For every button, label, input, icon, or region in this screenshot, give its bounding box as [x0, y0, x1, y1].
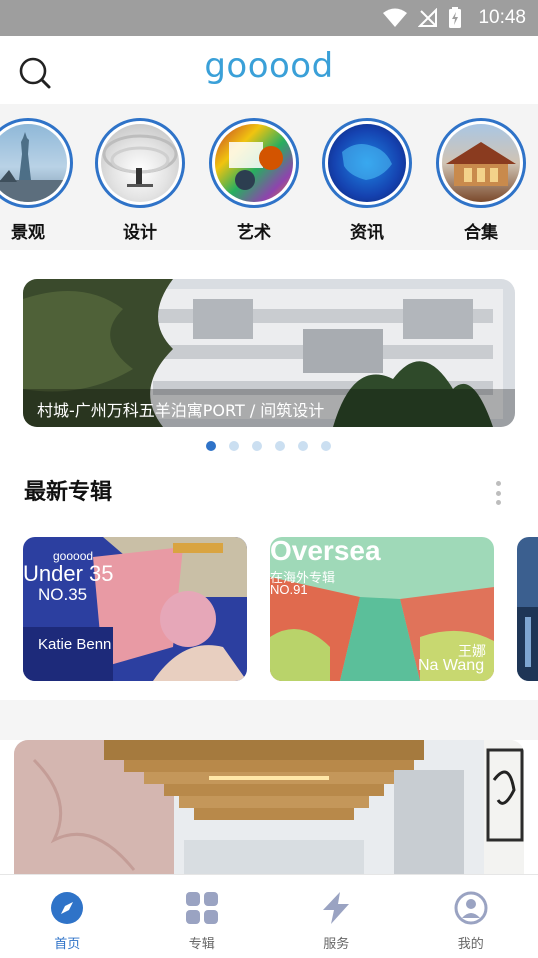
category-label: 资讯	[350, 223, 384, 243]
category-label: 景观	[11, 223, 45, 243]
category-label: 艺术	[237, 223, 271, 243]
lightning-icon	[323, 892, 350, 924]
album-number: NO.35	[38, 585, 88, 604]
album-author-en: Na Wang	[418, 657, 485, 674]
bottom-navigation: 首页 专辑 服务 我的	[0, 874, 538, 958]
carousel-dot[interactable]	[206, 441, 216, 451]
carousel-dot[interactable]	[275, 441, 285, 451]
app-logo: gooood	[204, 46, 334, 86]
app-screen: 10:48 gooood 景观 设计 艺术 资讯 合集 村城-广州万科五羊泊寓P…	[0, 0, 538, 958]
nav-profile[interactable]: 我的	[404, 875, 538, 958]
more-dot-icon	[495, 481, 501, 486]
more-dot-icon	[495, 490, 501, 496]
nav-home[interactable]: 首页	[0, 875, 135, 958]
wifi-icon	[383, 8, 408, 27]
nav-services[interactable]: 服务	[269, 875, 404, 958]
status-bar: 10:48	[0, 0, 538, 36]
category-label: 设计	[123, 223, 157, 243]
carousel-dot[interactable]	[298, 441, 308, 451]
album-card-oversea[interactable]: Oversea 在海外专辑 NO.91 王娜 Na Wang	[270, 537, 494, 681]
nav-label: 首页	[54, 937, 81, 952]
feature-image	[14, 740, 524, 880]
grid-icon	[185, 892, 218, 924]
battery-charging-icon	[449, 7, 462, 28]
status-time: 10:48	[478, 7, 526, 28]
featured-banner[interactable]: 村城-广州万科五羊泊寓PORT / 间筑设计	[23, 279, 515, 427]
category-news[interactable]: 资讯	[317, 118, 417, 243]
album-title: Oversea	[270, 537, 381, 566]
more-dot-icon	[495, 500, 501, 505]
category-thumbnail	[328, 124, 406, 202]
compass-icon	[51, 892, 84, 924]
category-ring	[95, 118, 185, 208]
nav-label: 我的	[457, 937, 484, 952]
category-design[interactable]: 设计	[90, 118, 190, 243]
category-thumbnail	[442, 124, 520, 202]
category-ring	[436, 118, 526, 208]
carousel-dot[interactable]	[321, 441, 331, 451]
no-signal-icon	[418, 8, 438, 27]
carousel-indicator	[0, 441, 538, 451]
category-thumbnail	[101, 124, 179, 202]
user-icon	[454, 891, 488, 925]
category-label: 合集	[464, 223, 498, 243]
album-cover-image	[517, 537, 538, 681]
album-card-partial[interactable]	[517, 537, 538, 681]
category-ring	[322, 118, 412, 208]
album-number: NO.91	[270, 582, 308, 597]
carousel-dot[interactable]	[229, 441, 239, 451]
carousel-dot[interactable]	[252, 441, 262, 451]
category-strip: 景观 设计 艺术 资讯 合集	[0, 104, 538, 250]
category-collection[interactable]: 合集	[431, 118, 531, 243]
banner-caption: 村城-广州万科五羊泊寓PORT / 间筑设计	[37, 401, 325, 420]
category-art[interactable]: 艺术	[204, 118, 304, 243]
category-ring	[0, 118, 73, 208]
category-ring	[209, 118, 299, 208]
section-divider	[0, 700, 538, 740]
nav-albums[interactable]: 专辑	[135, 875, 270, 958]
album-title: Under 35	[23, 561, 114, 586]
album-author: Katie Benn	[38, 636, 112, 653]
section-title-albums: 最新专辑	[24, 480, 113, 505]
nav-label: 服务	[323, 937, 350, 952]
more-options-button[interactable]	[488, 478, 508, 508]
feature-article-card[interactable]	[14, 740, 524, 880]
category-thumbnail	[0, 124, 67, 202]
nav-label: 专辑	[188, 937, 215, 952]
album-card-under35[interactable]: gooood Under 35 NO.35 Katie Benn	[23, 537, 247, 681]
category-thumbnail	[215, 124, 293, 202]
category-landscape[interactable]: 景观	[0, 118, 78, 243]
app-header: gooood	[0, 36, 538, 104]
